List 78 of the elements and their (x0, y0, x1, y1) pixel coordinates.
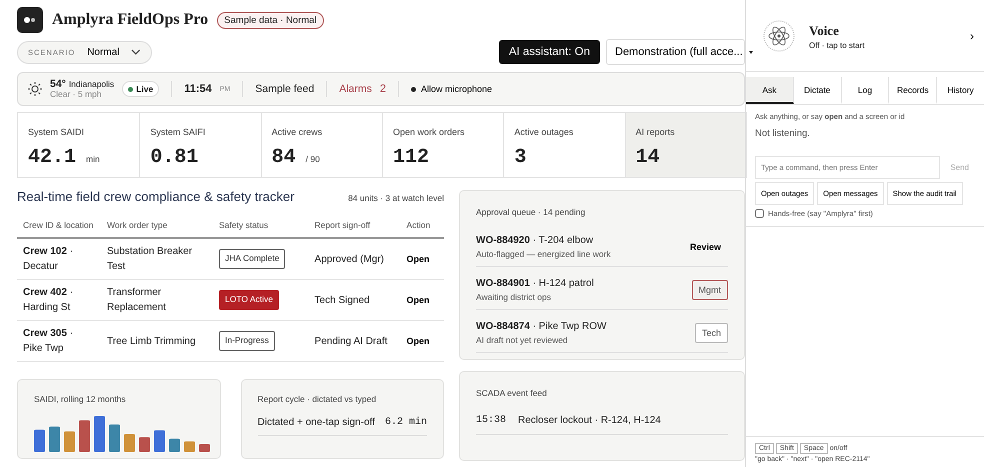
table-cell: Crew 102 · Decatur (17, 238, 101, 280)
table-cell: Substation Breaker Test (101, 238, 213, 280)
card-title: Report cycle · dictated vs typed (258, 394, 378, 404)
atom-icon (763, 20, 795, 52)
sun-icon (28, 82, 42, 96)
kpi-label: Open work orders (393, 127, 465, 137)
tracker-summary: 84 units · 3 at watch level (348, 193, 444, 203)
card-title: SCADA event feed (476, 388, 548, 398)
table-cell: Transformer Replacement (101, 280, 213, 320)
voice-status: Off · tap to start (809, 40, 866, 50)
live-badge: Live (122, 81, 160, 97)
expand-button[interactable]: › (970, 29, 974, 43)
tracker-title: Real-time field crew compliance & safety tracker (17, 189, 294, 204)
caret-icon (748, 50, 753, 54)
kpi-label: Active crews (272, 127, 322, 137)
kpi-value: 14 (636, 146, 660, 169)
kpi-label: System SAIDI (28, 127, 84, 137)
hands-free-checkbox[interactable] (755, 209, 764, 218)
column-header: Action (400, 215, 444, 238)
column-header: Safety status (213, 215, 309, 238)
table-cell: Approved (Mgr) (308, 238, 401, 280)
weather-conditions: Clear · 5 mph (50, 90, 102, 100)
app-title: Amplyra FieldOps Pro (52, 11, 208, 29)
open-link[interactable]: Open (406, 294, 430, 304)
kpi-value: 0.81 (150, 146, 198, 169)
open-link[interactable]: Open (406, 254, 430, 264)
sample-data-badge: Sample data · Normal (217, 12, 324, 28)
work-order-note: Auto-flagged — energized line work (476, 249, 611, 259)
approval-action-button[interactable]: Mgmt (692, 280, 728, 300)
approval-action-button[interactable]: Tech (694, 323, 728, 343)
chevron-down-icon (131, 49, 141, 55)
kpi-label: System SAIFI (150, 127, 206, 137)
kpi-unit: / 90 (306, 154, 320, 164)
kpi-card[interactable]: Open work orders 112 (382, 113, 504, 177)
feed-label: Sample feed (255, 83, 314, 95)
kpi-label: AI reports (636, 127, 675, 137)
kpi-unit: min (86, 154, 100, 164)
table-cell: Crew 305 · Pike Twp (17, 320, 101, 362)
kpi-card[interactable]: AI reports 14 (624, 113, 746, 177)
table-cell: Pending AI Draft (308, 320, 401, 362)
clock-time: 11:54 (184, 83, 212, 95)
temperature: 54° (50, 78, 66, 90)
allow-microphone-button[interactable]: Allow microphone (411, 84, 492, 94)
card-title: Approval queue · 14 pending (476, 207, 586, 217)
work-order-note: AI draft not yet reviewed (476, 335, 569, 345)
open-link[interactable]: Open (406, 336, 430, 346)
work-order-note: Awaiting district ops (476, 292, 552, 302)
table-cell: Tech Signed (308, 280, 401, 320)
voice-title: Voice (809, 22, 840, 38)
work-order-title: WO-884920 · T-204 elbow (476, 235, 594, 246)
safety-status-tag: LOTO Active (219, 290, 280, 310)
alarm-count: 2 (380, 83, 386, 95)
column-header: Crew ID & location (17, 215, 101, 238)
safety-status-tag: In-Progress (219, 331, 275, 351)
table-cell: Tree Limb Trimming (101, 320, 213, 362)
event-text: Recloser lockout · R-124, H-124 (518, 415, 661, 426)
work-order-title: WO-884901 · H-124 patrol (476, 278, 594, 289)
alarms-link[interactable]: Alarms (339, 83, 372, 95)
kpi-label: Active outages (514, 127, 574, 137)
city-name: Indianapolis (68, 78, 114, 89)
kpi-value: 3 (514, 146, 526, 169)
cycle-value: 6.2 min (384, 417, 427, 428)
table-cell: Crew 402 · Harding St (17, 280, 101, 320)
work-order-title: WO-884874 · Pike Twp ROW (476, 321, 606, 332)
column-header: Report sign-off (308, 215, 401, 238)
card-title: SAIDI, rolling 12 months (34, 394, 127, 404)
listening-state: Not listening. (755, 128, 811, 139)
approval-action-button[interactable]: Review (682, 237, 728, 257)
event-time: 15:38 (476, 415, 506, 426)
safety-status-tag: JHA Complete (219, 249, 286, 269)
app-logo-icon (17, 7, 43, 33)
ai-assistant-toggle[interactable]: AI assistant: On (498, 40, 600, 64)
kpi-value: 42.1 (28, 146, 76, 169)
column-header: Work order type (101, 215, 213, 238)
kpi-value: 112 (393, 146, 430, 169)
kpi-value: 84 (272, 146, 296, 169)
cycle-label: Dictated + one-tap sign-off (258, 417, 375, 428)
voice-tab[interactable]: Ask (746, 77, 794, 104)
